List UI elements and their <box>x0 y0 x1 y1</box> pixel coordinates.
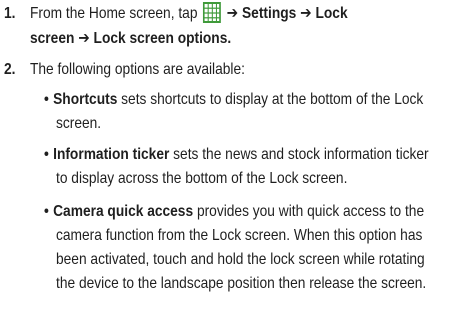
option-term: Camera quick access <box>53 203 194 220</box>
option-description: sets the news and stock information tick… <box>173 146 429 163</box>
option-line-1: • Shortcuts sets shortcuts to display at … <box>44 88 423 112</box>
apps-grid-icon <box>203 2 222 23</box>
option-line-4: the device to the landscape position the… <box>56 275 427 292</box>
option-line-1: • Camera quick access provides you with q… <box>44 200 424 224</box>
step-number: 1. <box>4 5 16 22</box>
option-description: provides you with quick access to the <box>196 203 425 220</box>
arrow: ➔ <box>226 5 239 22</box>
arrow: ➔ <box>300 5 312 22</box>
menu-path-lock-screen-cont: screen <box>30 30 75 47</box>
step-1-line-1: From the Home screen, tap ➔ Settings ➔ L… <box>30 2 348 26</box>
option-line-2: camera function from the Lock screen. Wh… <box>56 227 423 244</box>
option-line-3: been activated, touch and hold the lock … <box>56 251 425 268</box>
option-description: sets shortcuts to display at the bottom … <box>121 91 424 108</box>
option-term: Shortcuts <box>53 91 118 108</box>
option-term: Information ticker <box>53 146 170 163</box>
period: . <box>227 30 232 47</box>
bullet: • <box>44 91 49 108</box>
step-1-line-2: screen ➔ Lock screen options. <box>30 27 231 51</box>
arrow: ➔ <box>78 30 90 47</box>
option-line-2: to display across the bottom of the Lock… <box>56 170 348 187</box>
step-text: From the Home screen, tap <box>30 5 198 22</box>
option-line-1: • Information ticker sets the news and st… <box>44 143 429 167</box>
menu-path-lock-screen-options: Lock screen options <box>93 30 228 47</box>
menu-path-lock-screen: Lock <box>315 5 348 22</box>
bullet: • <box>44 146 49 163</box>
option-line-2: screen. <box>56 115 102 132</box>
step-number: 2. <box>4 61 16 78</box>
menu-path-settings: Settings <box>242 5 297 22</box>
bullet: • <box>44 203 49 220</box>
step-2-text: The following options are available: <box>30 61 245 78</box>
